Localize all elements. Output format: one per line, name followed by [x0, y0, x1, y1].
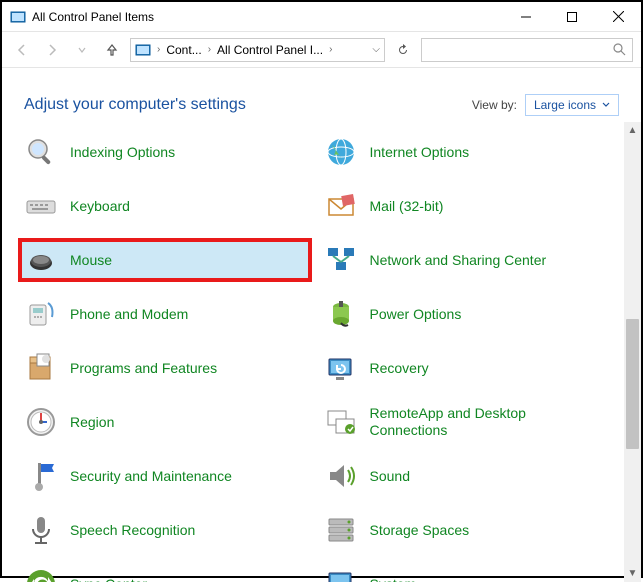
address-dropdown-icon[interactable]: ⌵ [372, 44, 380, 55]
phone-icon [24, 297, 58, 331]
recovery-icon [324, 351, 358, 385]
chevron-down-icon [602, 102, 610, 108]
power-icon [324, 297, 358, 331]
system-icon [324, 567, 358, 582]
control-panel-item[interactable]: Mail (32-bit) [320, 186, 610, 226]
security-icon [24, 459, 58, 493]
up-button[interactable] [100, 38, 124, 62]
scroll-down-button[interactable]: ▼ [624, 565, 641, 582]
control-panel-item[interactable]: System [320, 564, 610, 582]
control-panel-item[interactable]: Sound [320, 456, 610, 496]
keyboard-icon [24, 189, 58, 223]
view-by-label: View by: [472, 98, 517, 112]
view-by-control: View by: Large icons [472, 94, 619, 116]
navigation-bar: › Cont... › All Control Panel I... › ⌵ [2, 32, 641, 68]
control-panel-item[interactable]: Mouse [20, 240, 310, 280]
scroll-track[interactable] [624, 139, 641, 565]
scroll-thumb[interactable] [626, 319, 639, 449]
control-panel-item[interactable]: Indexing Options [20, 132, 310, 172]
sound-icon [324, 459, 358, 493]
item-label: RemoteApp and Desktop Connections [370, 405, 606, 439]
item-label: Phone and Modem [70, 306, 188, 323]
item-label: Keyboard [70, 198, 130, 215]
item-label: Internet Options [370, 144, 470, 161]
breadcrumb-part[interactable]: Cont... [166, 43, 201, 57]
item-label: Sync Center [70, 576, 147, 582]
maximize-button[interactable] [549, 2, 595, 31]
remoteapp-icon [324, 405, 358, 439]
item-label: Sound [370, 468, 410, 485]
page-heading: Adjust your computer's settings [24, 96, 472, 114]
control-panel-item[interactable]: Internet Options [320, 132, 610, 172]
window-controls [503, 2, 641, 31]
address-control-panel-icon [135, 42, 151, 58]
item-label: Storage Spaces [370, 522, 470, 539]
control-panel-item[interactable]: Sync Center [20, 564, 310, 582]
forward-button[interactable] [40, 38, 64, 62]
breadcrumb-separator-icon: › [206, 44, 213, 55]
content-area: Indexing Options Internet Options Keyboard… [2, 122, 641, 582]
scrollbar[interactable]: ▲ ▼ [624, 122, 641, 582]
speech-icon [24, 513, 58, 547]
refresh-button[interactable] [391, 38, 415, 62]
address-bar[interactable]: › Cont... › All Control Panel I... › ⌵ [130, 38, 385, 62]
breadcrumb-separator-icon: › [327, 44, 334, 55]
control-panel-item[interactable]: Storage Spaces [320, 510, 610, 550]
item-label: Recovery [370, 360, 429, 377]
network-icon [324, 243, 358, 277]
window-title: All Control Panel Items [32, 10, 503, 24]
scroll-up-button[interactable]: ▲ [624, 122, 641, 139]
breadcrumb-part[interactable]: All Control Panel I... [217, 43, 323, 57]
content-header: Adjust your computer's settings View by:… [2, 68, 641, 122]
search-box[interactable] [421, 38, 633, 62]
item-label: Speech Recognition [70, 522, 195, 539]
minimize-button[interactable] [503, 2, 549, 31]
close-button[interactable] [595, 2, 641, 31]
view-by-select[interactable]: Large icons [525, 94, 619, 116]
control-panel-item[interactable]: Phone and Modem [20, 294, 310, 334]
control-panel-item[interactable]: Recovery [320, 348, 610, 388]
view-by-value: Large icons [534, 98, 596, 112]
item-label: Mail (32-bit) [370, 198, 444, 215]
item-label: Mouse [70, 252, 112, 269]
control-panel-item[interactable]: RemoteApp and Desktop Connections [320, 402, 610, 442]
programs-icon [24, 351, 58, 385]
item-label: Indexing Options [70, 144, 175, 161]
mail-icon [324, 189, 358, 223]
control-panel-item[interactable]: Programs and Features [20, 348, 310, 388]
control-panel-icon [10, 9, 26, 25]
control-panel-item[interactable]: Keyboard [20, 186, 310, 226]
search-icon [613, 43, 626, 56]
indexing-icon [24, 135, 58, 169]
item-label: Power Options [370, 306, 462, 323]
recent-dropdown-icon[interactable] [70, 38, 94, 62]
item-label: Programs and Features [70, 360, 217, 377]
internet-icon [324, 135, 358, 169]
back-button[interactable] [10, 38, 34, 62]
sync-icon [24, 567, 58, 582]
control-panel-item[interactable]: Security and Maintenance [20, 456, 310, 496]
storage-icon [324, 513, 358, 547]
control-panel-item[interactable]: Region [20, 402, 310, 442]
titlebar: All Control Panel Items [2, 2, 641, 32]
region-icon [24, 405, 58, 439]
item-label: System [370, 576, 417, 582]
item-label: Security and Maintenance [70, 468, 232, 485]
items-grid: Indexing Options Internet Options Keyboard… [2, 122, 621, 582]
control-panel-item[interactable]: Power Options [320, 294, 610, 334]
breadcrumb-separator-icon: › [155, 44, 162, 55]
control-panel-item[interactable]: Network and Sharing Center [320, 240, 610, 280]
mouse-icon [24, 243, 58, 277]
control-panel-item[interactable]: Speech Recognition [20, 510, 310, 550]
item-label: Region [70, 414, 114, 431]
item-label: Network and Sharing Center [370, 252, 547, 269]
